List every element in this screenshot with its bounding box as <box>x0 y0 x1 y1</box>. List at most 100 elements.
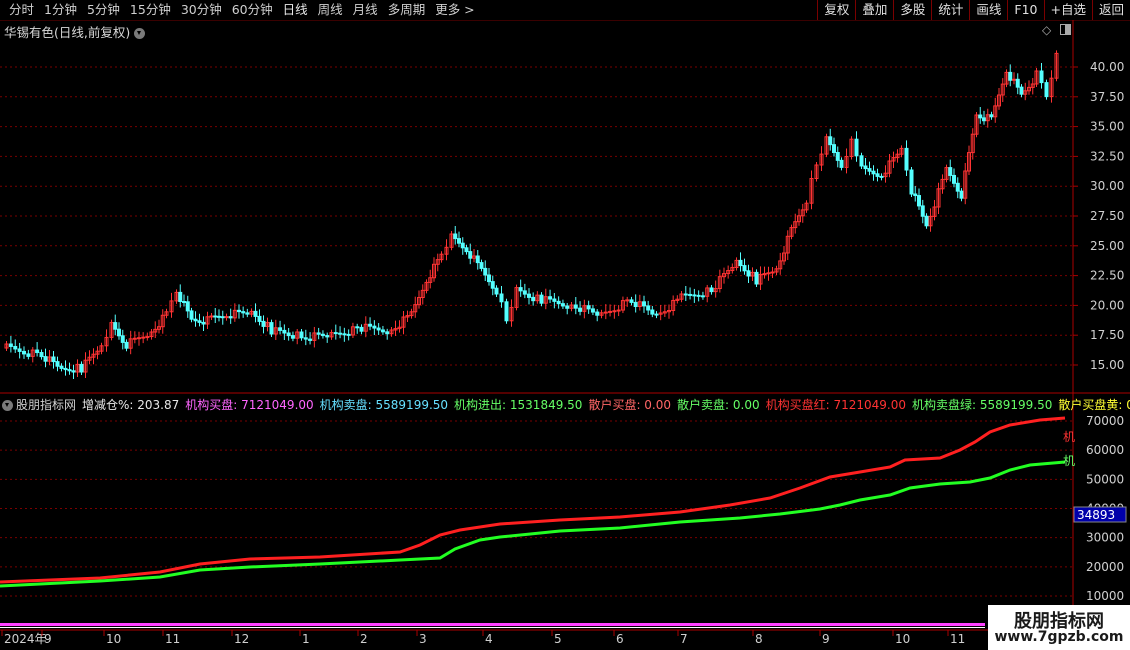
candle-body <box>475 255 480 264</box>
candle-body <box>299 331 304 339</box>
price-tick-label: 37.50 <box>1090 90 1124 104</box>
date-tick-label: 10 <box>106 632 121 646</box>
candle-body <box>959 190 964 199</box>
candle-body <box>22 350 26 355</box>
candle-body <box>766 272 771 275</box>
date-tick-label: 7 <box>680 632 688 646</box>
candle-body <box>904 147 909 171</box>
indicator-field: 散户买盘: 0.00 <box>588 398 672 412</box>
candle-body <box>863 165 868 170</box>
candle-body <box>479 262 484 269</box>
candle-body <box>217 315 221 318</box>
date-tick-label: 11 <box>165 632 180 646</box>
candle-body <box>854 138 859 157</box>
indicator-tick-label: 30000 <box>1086 531 1124 545</box>
candle-body <box>380 329 385 333</box>
date-tick-label: 9 <box>44 632 52 646</box>
candle-body <box>1012 78 1016 81</box>
candle-body <box>113 322 118 330</box>
candle-body <box>182 301 186 303</box>
candle-body <box>565 305 570 309</box>
candle-body <box>355 326 360 329</box>
candle-body <box>692 294 697 297</box>
candle-body <box>948 167 953 176</box>
candle-body <box>282 329 287 334</box>
candle-body <box>193 318 198 322</box>
candle-body <box>333 332 338 335</box>
candle-body <box>578 307 583 312</box>
price-tick-label: 40.00 <box>1090 60 1124 74</box>
candle-body <box>590 308 595 313</box>
price-tick-label: 17.50 <box>1090 328 1124 342</box>
chevron-down-icon[interactable] <box>2 400 13 411</box>
chart-canvas[interactable]: 40.00 37.50 35.00 32.50 30.00 27.50 25.00 22.50… <box>0 0 1130 650</box>
candle-body <box>213 315 218 318</box>
indicator-field: 散户卖盘: 0.00 <box>677 398 760 412</box>
candle-body <box>278 327 283 331</box>
candle-body <box>320 333 325 337</box>
candle-body <box>359 326 364 332</box>
candle-body <box>832 144 836 153</box>
indicator-header: 股朋指标网 增减仓%: 203.87 机构买盘: 7121049.00 机构卖盘: … <box>2 397 1130 413</box>
candle-body <box>201 321 206 325</box>
candle-body <box>1015 78 1020 88</box>
institution-buy-line <box>0 416 1066 584</box>
candles <box>4 50 1059 379</box>
candle-body <box>468 251 473 259</box>
candle-body <box>483 267 488 276</box>
candle-body <box>487 274 491 283</box>
candle-body <box>700 295 705 298</box>
watermark-logo: 股朋指标网 www.7gpzb.com <box>988 605 1130 650</box>
bottom-signal-bar <box>0 623 985 626</box>
candle-body <box>124 341 129 349</box>
date-tick-label: 12 <box>234 632 249 646</box>
candle-body <box>13 345 18 350</box>
price-tick-label: 30.00 <box>1090 179 1124 193</box>
candle-body <box>185 301 190 312</box>
candle-body <box>504 301 509 322</box>
candle-body <box>539 294 544 304</box>
candle-body <box>978 114 983 119</box>
candle-body <box>989 114 994 118</box>
candle-body <box>178 291 183 302</box>
candle-body <box>531 296 536 302</box>
indicator-tick-label: 60000 <box>1086 443 1124 457</box>
candle-body <box>612 310 617 313</box>
candle-body <box>683 293 688 296</box>
candle-body <box>245 312 250 315</box>
candle-body <box>560 303 565 307</box>
candle-body <box>603 311 608 314</box>
candle-body <box>494 287 499 295</box>
candle-body <box>1039 70 1044 84</box>
date-tick-label: 6 <box>616 632 624 646</box>
candle-body <box>709 287 714 293</box>
candle-body <box>917 195 921 207</box>
candle-body <box>228 316 233 319</box>
candle-body <box>59 365 64 369</box>
candle-body <box>453 233 458 240</box>
candle-body <box>325 335 330 338</box>
candle-body <box>828 136 833 146</box>
indicator-tick-label: 20000 <box>1086 560 1124 574</box>
candle-body <box>26 353 31 357</box>
price-tick-label: 32.50 <box>1090 149 1124 163</box>
green-line-label: 机 <box>1063 454 1075 468</box>
date-tick-label: 2 <box>360 632 368 646</box>
bottom-signal-bar-white <box>0 627 985 628</box>
candle-body <box>67 369 72 372</box>
candle-body <box>308 338 313 341</box>
candle-body <box>39 352 44 358</box>
price-tick-label: 22.50 <box>1090 269 1124 283</box>
candle-body <box>253 310 258 317</box>
candle-body <box>290 335 295 339</box>
date-tick-label: 1 <box>302 632 310 646</box>
indicator-field: 增减仓%: 203.87 <box>82 398 180 412</box>
candle-body <box>261 320 266 327</box>
candle-body <box>35 349 40 354</box>
price-tick-label: 20.00 <box>1090 298 1124 312</box>
candle-body <box>867 168 872 172</box>
candle-body <box>650 309 655 315</box>
candle-body <box>696 294 701 297</box>
indicator-field: 机构进出: 1531849.50 <box>454 398 583 412</box>
indicator-field: 机构卖盘绿: 5589199.50 <box>911 398 1053 412</box>
